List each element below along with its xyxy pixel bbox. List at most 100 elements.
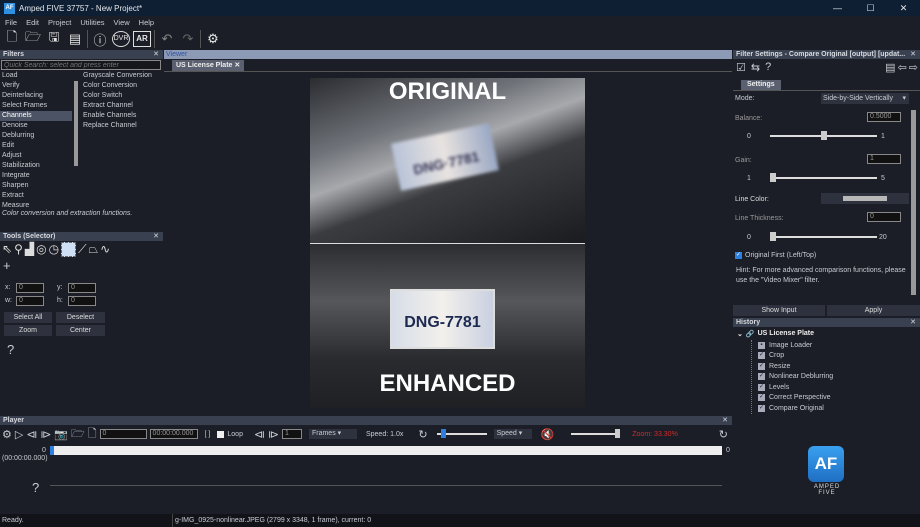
crosshair-icon[interactable]: + bbox=[3, 258, 11, 273]
pointer-icon[interactable]: ⇖ bbox=[2, 242, 12, 257]
filter-category-sharpen[interactable]: Sharpen bbox=[0, 181, 72, 191]
filter-category-deblurring[interactable]: Deblurring bbox=[0, 131, 72, 141]
step-back-icon[interactable]: ⧏ bbox=[254, 428, 265, 441]
play-icon[interactable]: ▷ bbox=[15, 428, 23, 441]
curve-icon[interactable]: ∿ bbox=[100, 242, 110, 257]
filter-search-input[interactable] bbox=[1, 60, 161, 70]
checkbox-icon[interactable]: ☑ bbox=[736, 61, 746, 74]
close-icon[interactable]: ✕ bbox=[722, 416, 728, 425]
dvr-icon[interactable]: DVR bbox=[112, 31, 130, 47]
reset-speed-icon[interactable]: ↻ bbox=[418, 428, 427, 441]
thickness-slider[interactable] bbox=[770, 232, 877, 241]
help-icon[interactable]: ? bbox=[7, 342, 14, 357]
show-input-button[interactable]: Show Input bbox=[733, 305, 825, 316]
filter-category-stabilization[interactable]: Stabilization bbox=[0, 161, 72, 171]
filter-item-grayscale-conversion[interactable]: Grayscale Conversion bbox=[81, 71, 163, 81]
filter-item-replace-channel[interactable]: Replace Channel bbox=[81, 121, 163, 131]
menu-file[interactable]: File bbox=[5, 18, 17, 27]
checkbox-icon[interactable]: ✓ bbox=[758, 394, 765, 402]
select-all-button[interactable]: Select All bbox=[4, 312, 52, 323]
history-item[interactable]: ✓ Crop bbox=[752, 351, 833, 362]
menu-help[interactable]: Help bbox=[139, 18, 154, 27]
info-icon[interactable]: ⓘ bbox=[91, 30, 109, 49]
checkbox-icon[interactable]: ✓ bbox=[758, 383, 765, 391]
unit-dropdown[interactable]: Frames ▾ bbox=[308, 429, 357, 439]
speed-slider[interactable] bbox=[436, 429, 487, 438]
mute-icon[interactable]: 🔇 bbox=[541, 428, 555, 441]
save-icon[interactable]: 🖫 bbox=[45, 28, 63, 50]
history-item[interactable]: ✓ Levels bbox=[752, 382, 833, 393]
chevron-down-icon[interactable]: ⌄ bbox=[737, 330, 743, 338]
menu-utilities[interactable]: Utilities bbox=[80, 18, 104, 27]
step-field[interactable]: 1 bbox=[281, 429, 302, 439]
scrollbar[interactable] bbox=[74, 81, 78, 166]
y-field[interactable]: 0 bbox=[68, 283, 96, 293]
frame-field[interactable]: 0 bbox=[99, 429, 147, 439]
h-field[interactable]: 0 bbox=[68, 296, 96, 306]
timeline[interactable] bbox=[50, 446, 722, 455]
last-frame-icon[interactable]: ⧐ bbox=[40, 428, 51, 441]
preset-icon[interactable]: ▤ bbox=[885, 61, 895, 74]
zoom-button[interactable]: Zoom bbox=[4, 325, 52, 336]
balance-field[interactable]: 0.5000 bbox=[867, 112, 901, 122]
time-field[interactable]: 00:00:00.000 bbox=[149, 429, 198, 439]
menu-view[interactable]: View bbox=[114, 18, 130, 27]
tab-us-license-plate[interactable]: US License Plate ✕ bbox=[172, 60, 245, 71]
filter-category-load[interactable]: Load bbox=[0, 71, 72, 81]
apply-button[interactable]: Apply bbox=[827, 305, 920, 316]
history-item[interactable]: ✓ Correct Perspective bbox=[752, 393, 833, 404]
undo-icon[interactable]: ↶ bbox=[158, 31, 176, 47]
checkbox-icon[interactable]: ✓ bbox=[758, 352, 765, 360]
clock-icon[interactable]: ◷ bbox=[49, 242, 59, 257]
center-button[interactable]: Center bbox=[56, 325, 105, 336]
gain-slider[interactable] bbox=[770, 173, 877, 182]
image-canvas[interactable]: DNG·7781 DNG-7781 ORIGINAL ENHANCED bbox=[310, 78, 585, 408]
ruler-icon[interactable]: ⟋ bbox=[78, 242, 86, 257]
step-forward-icon[interactable]: ⧐ bbox=[268, 428, 279, 441]
histogram-icon[interactable]: ▟ bbox=[25, 242, 34, 257]
help-icon[interactable]: ? bbox=[32, 480, 39, 495]
slider-handle[interactable] bbox=[440, 429, 446, 438]
checkbox-icon[interactable]: ✓ bbox=[758, 373, 765, 381]
filter-category-deinterlacing[interactable]: Deinterlacing bbox=[0, 91, 72, 101]
swap-icon[interactable]: ⇆ bbox=[751, 61, 760, 74]
filter-category-denoise[interactable]: Denoise bbox=[0, 121, 72, 131]
zoom-slider[interactable] bbox=[571, 429, 621, 438]
close-icon[interactable]: ✕ bbox=[910, 50, 916, 59]
slider-handle[interactable] bbox=[770, 173, 776, 182]
polygon-icon[interactable]: ⏢ bbox=[88, 242, 98, 257]
player-settings-icon[interactable]: ⚙ bbox=[2, 428, 12, 441]
filter-category-verify[interactable]: Verify bbox=[0, 81, 72, 91]
timeline-handle[interactable] bbox=[50, 446, 54, 455]
checkbox-icon[interactable]: ✓ bbox=[758, 404, 765, 412]
checkbox-icon[interactable]: ✓ bbox=[735, 252, 742, 259]
history-item[interactable]: ✓ Resize bbox=[752, 361, 833, 372]
menu-edit[interactable]: Edit bbox=[26, 18, 39, 27]
maximize-button[interactable]: ☐ bbox=[854, 0, 887, 16]
film-icon[interactable]: ▤ bbox=[66, 31, 84, 47]
reset-zoom-icon[interactable]: ↻ bbox=[719, 428, 728, 441]
magnifier-icon[interactable]: ⚲ bbox=[14, 242, 23, 257]
line-color-button[interactable] bbox=[821, 193, 909, 204]
scrollbar[interactable] bbox=[911, 110, 916, 295]
snapshot-icon[interactable]: 📷 bbox=[54, 428, 68, 441]
filter-category-channels[interactable]: Channels bbox=[0, 111, 72, 121]
slider-handle[interactable] bbox=[820, 131, 827, 140]
filter-item-color-switch[interactable]: Color Switch bbox=[81, 91, 163, 101]
close-tab-icon[interactable]: ✕ bbox=[234, 62, 240, 69]
history-item[interactable]: ▪ Image Loader bbox=[752, 340, 833, 351]
color-picker-icon[interactable]: ◎ bbox=[36, 242, 46, 257]
mode-dropdown[interactable]: Side-by-Side Vertically ▾ bbox=[821, 93, 909, 104]
ar-icon[interactable]: AR bbox=[133, 31, 151, 47]
minimize-button[interactable]: — bbox=[821, 0, 854, 16]
help-icon[interactable]: ? bbox=[765, 61, 771, 74]
filter-category-select-frames[interactable]: Select Frames bbox=[0, 101, 72, 111]
menu-project[interactable]: Project bbox=[48, 18, 71, 27]
thickness-field[interactable]: 0 bbox=[867, 212, 901, 222]
first-frame-icon[interactable]: ⧏ bbox=[26, 428, 37, 441]
balance-slider[interactable] bbox=[770, 131, 877, 140]
slider-handle[interactable] bbox=[770, 232, 776, 241]
tab-settings[interactable]: Settings bbox=[741, 80, 781, 90]
filter-item-enable-channels[interactable]: Enable Channels bbox=[81, 111, 163, 121]
new-project-icon[interactable]: 🗋 bbox=[3, 28, 21, 50]
